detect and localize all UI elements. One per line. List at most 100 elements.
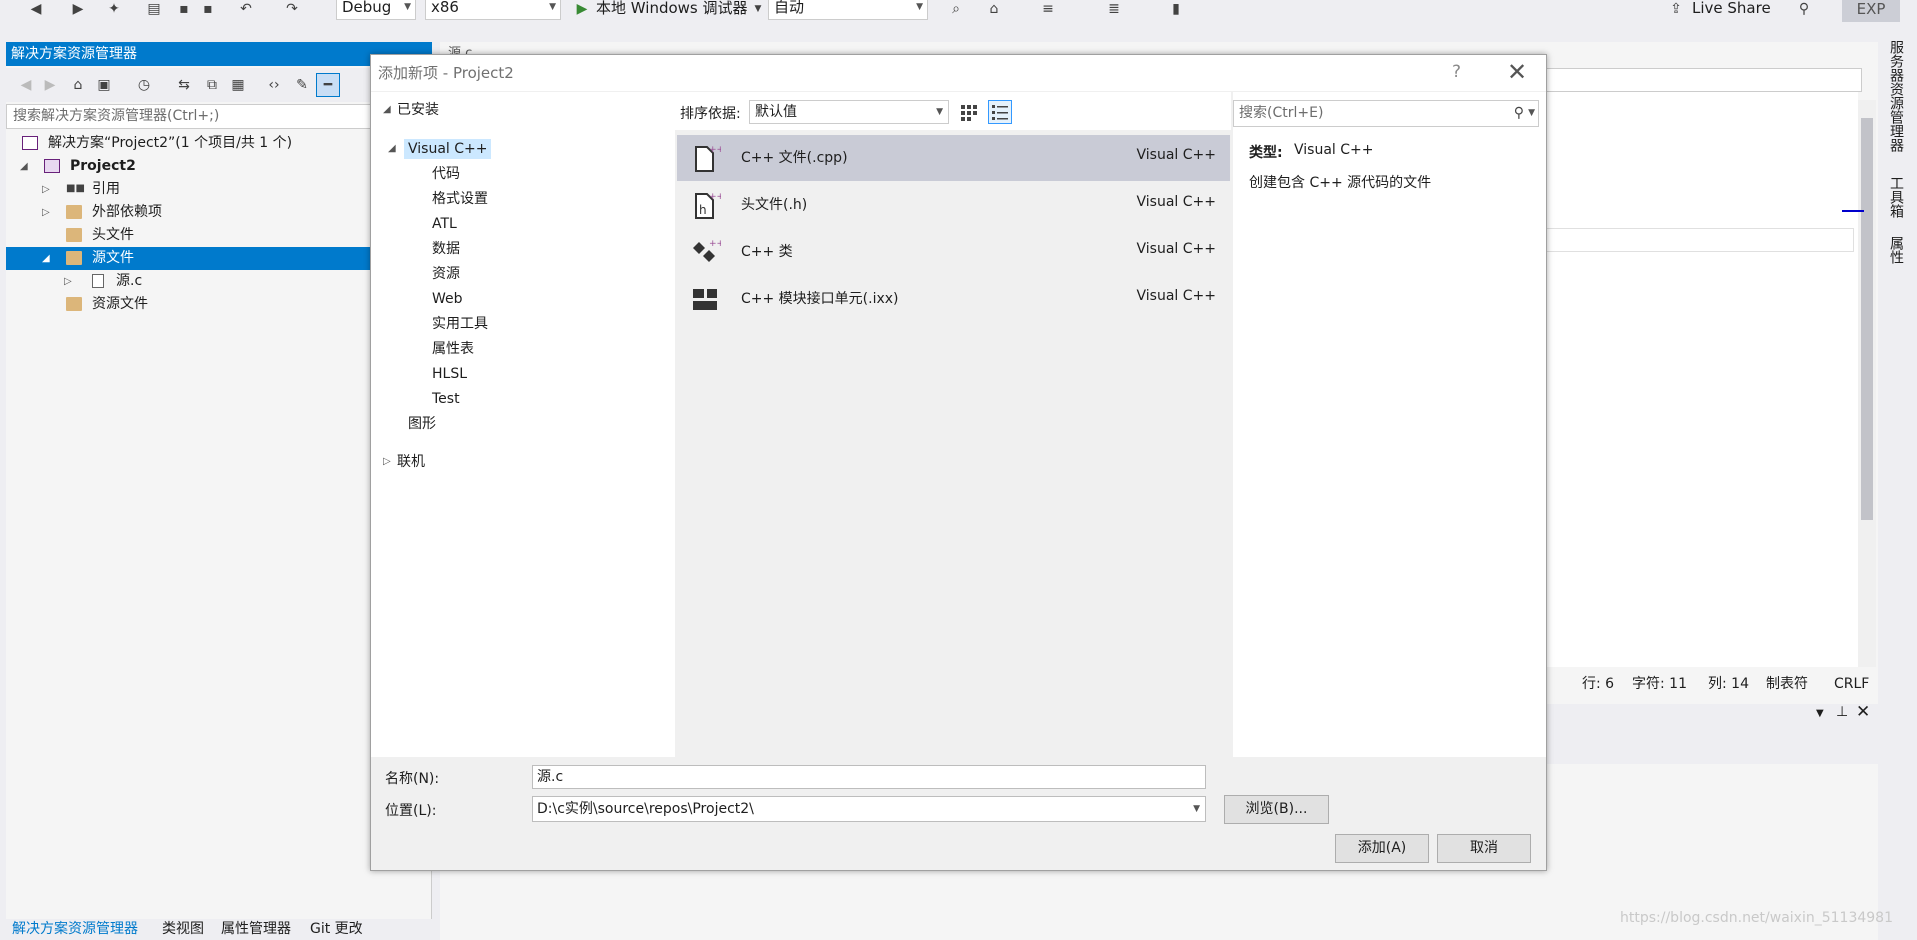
tree-node-online[interactable]: ▷ 联机 xyxy=(383,452,425,472)
list-view-icon[interactable] xyxy=(988,100,1012,124)
cancel-button[interactable]: 取消 xyxy=(1437,834,1531,863)
name-input[interactable]: 源.c xyxy=(532,765,1206,789)
platform-select[interactable]: x86 ▼ xyxy=(425,0,561,20)
forward-icon[interactable]: ▶ xyxy=(70,1,86,17)
pin-icon[interactable]: ⊥ xyxy=(1836,704,1848,720)
template-item-cpp-class[interactable]: ++ C++ 类 Visual C++ xyxy=(677,229,1230,275)
back-icon[interactable]: ◀ xyxy=(18,77,34,93)
tab-solution-explorer[interactable]: 解决方案资源管理器 xyxy=(12,919,138,940)
pin-icon[interactable]: ━ xyxy=(316,73,340,97)
chevron-down-icon[interactable]: ▼ xyxy=(1193,797,1200,821)
tree-node-code[interactable]: 代码 xyxy=(432,164,460,184)
tree-item-sources[interactable]: ◢ 源文件 xyxy=(6,247,432,270)
home-icon[interactable]: ⌂ xyxy=(70,77,86,93)
switch-view-icon[interactable]: ▣ xyxy=(96,77,112,93)
expanded-triangle-icon[interactable]: ◢ xyxy=(42,247,50,270)
tree-item-references[interactable]: ▷ ■■ 引用 xyxy=(6,178,432,201)
tree-node-hlsl[interactable]: HLSL xyxy=(432,364,467,384)
tree-node-test[interactable]: Test xyxy=(432,389,460,409)
tree-node-graphics[interactable]: 图形 xyxy=(408,414,436,434)
sort-select[interactable]: 默认值 ▼ xyxy=(749,100,949,124)
sync-icon[interactable]: ⇆ xyxy=(176,77,192,93)
help-button[interactable]: ? xyxy=(1452,62,1461,82)
tree-item-source-file[interactable]: ▷ 源.c xyxy=(6,270,432,293)
forward-icon[interactable]: ▶ xyxy=(42,77,58,93)
close-icon[interactable]: ✕ xyxy=(1856,702,1870,722)
open-icon[interactable]: ▤ xyxy=(146,1,162,17)
side-tab-toolbox[interactable]: 工具箱 xyxy=(1886,176,1906,218)
tree-item-solution[interactable]: 解决方案“Project2”(1 个项目/共 1 个) xyxy=(6,132,432,155)
save-icon[interactable]: ▪ xyxy=(176,1,192,17)
save-all-icon[interactable]: ▪ xyxy=(200,1,216,17)
chevron-down-icon[interactable]: ▼ xyxy=(1816,708,1824,719)
eol-indicator[interactable]: CRLF xyxy=(1834,672,1869,696)
tab-class-view[interactable]: 类视图 xyxy=(162,919,204,940)
template-item-header-file[interactable]: h ++ 头文件(.h) Visual C++ xyxy=(677,182,1230,228)
editor-scrollbar-thumb[interactable] xyxy=(1861,118,1873,520)
tree-node-formatting[interactable]: 格式设置 xyxy=(432,189,488,209)
watermark-text: https://blog.csdn.net/waixin_51134981 xyxy=(1620,910,1893,926)
tree-node-visual-cpp[interactable]: ◢ Visual C++ xyxy=(388,139,492,159)
play-icon[interactable]: ▶ xyxy=(574,1,590,17)
tab-git-changes[interactable]: Git 更改 xyxy=(310,919,363,940)
tree-item-project[interactable]: ◢ Project2 xyxy=(6,155,432,178)
tree-node-property-sheets[interactable]: 属性表 xyxy=(432,339,474,359)
undo-icon[interactable]: ↶ xyxy=(238,1,254,17)
history-icon[interactable]: ◷ xyxy=(136,77,152,93)
tree-node-atl[interactable]: ATL xyxy=(432,214,457,234)
indent-icon[interactable]: ≡ xyxy=(1040,1,1056,17)
expanded-triangle-icon[interactable]: ◢ xyxy=(388,139,396,159)
side-tab-properties[interactable]: 属性 xyxy=(1886,236,1906,264)
template-item-cpp-file[interactable]: ++ C++ 文件(.cpp) Visual C++ xyxy=(677,135,1230,181)
grid-view-icon[interactable] xyxy=(958,101,980,123)
expanded-triangle-icon[interactable]: ◢ xyxy=(383,100,391,120)
tree-item-external-deps[interactable]: ▷ 外部依赖项 xyxy=(6,201,432,224)
solution-explorer-search-input[interactable]: 搜索解决方案资源管理器(Ctrl+;) xyxy=(6,104,432,129)
back-icon[interactable]: ◀ xyxy=(28,1,44,17)
exp-badge[interactable]: EXP xyxy=(1842,0,1900,22)
chevron-down-icon[interactable]: ▼ xyxy=(1528,101,1535,126)
code-icon[interactable]: ‹› xyxy=(266,77,282,93)
expanded-triangle-icon[interactable]: ◢ xyxy=(20,155,28,178)
browse-button[interactable]: 浏览(B)... xyxy=(1224,795,1329,824)
run-debugger-button[interactable]: 本地 Windows 调试器 xyxy=(596,0,748,18)
bookmark-icon[interactable]: ▮ xyxy=(1168,1,1184,17)
config-select[interactable]: Debug ▼ xyxy=(336,0,416,20)
tab-property-manager[interactable]: 属性管理器 xyxy=(221,919,291,940)
share-icon[interactable]: ⇪ xyxy=(1668,1,1684,17)
comment-icon[interactable]: ≣ xyxy=(1106,1,1122,17)
col-indicator: 列: 14 xyxy=(1708,676,1749,692)
user-icon[interactable]: ⚲ xyxy=(1796,1,1812,17)
template-search-input[interactable]: 搜索(Ctrl+E) ⚲ ▼ xyxy=(1233,100,1539,127)
collapse-all-icon[interactable]: ⧉ xyxy=(204,77,220,93)
collapsed-triangle-icon[interactable]: ▷ xyxy=(42,178,50,201)
redo-icon[interactable]: ↷ xyxy=(284,1,300,17)
tabs-indicator[interactable]: 制表符 xyxy=(1766,672,1808,696)
svg-text:++: ++ xyxy=(709,239,721,249)
template-item-module-interface[interactable]: C++ 模块接口单元(.ixx) Visual C++ xyxy=(677,276,1230,322)
home-icon[interactable]: ⌂ xyxy=(986,1,1002,17)
tree-item-resources[interactable]: 资源文件 xyxy=(6,293,432,316)
collapsed-triangle-icon[interactable]: ▷ xyxy=(64,270,72,293)
tree-node-web[interactable]: Web xyxy=(432,289,463,309)
tree-node-data[interactable]: 数据 xyxy=(432,239,460,259)
wrench-icon[interactable]: ✎ xyxy=(294,77,310,93)
tree-node-resource[interactable]: 资源 xyxy=(432,264,460,284)
tree-node-installed[interactable]: ◢ 已安装 xyxy=(383,100,439,120)
show-all-icon[interactable]: ▦ xyxy=(230,77,246,93)
tree-node-utility[interactable]: 实用工具 xyxy=(432,314,488,334)
add-button[interactable]: 添加(A) xyxy=(1335,834,1429,863)
close-icon[interactable]: ✕ xyxy=(1507,58,1527,86)
search-icon[interactable]: ⚲ xyxy=(1514,101,1524,126)
live-share-button[interactable]: Live Share xyxy=(1692,0,1771,18)
find-icon[interactable]: ⌕ xyxy=(948,1,964,17)
mode-select[interactable]: 自动 ▼ xyxy=(768,0,928,20)
chevron-down-icon[interactable]: ▼ xyxy=(750,1,766,17)
tree-item-headers[interactable]: 头文件 xyxy=(6,224,432,247)
project-icon xyxy=(44,159,60,173)
side-tab-server-explorer[interactable]: 服务器资源管理器 xyxy=(1886,40,1906,152)
new-project-icon[interactable]: ✦ xyxy=(106,1,122,17)
collapsed-triangle-icon[interactable]: ▷ xyxy=(42,201,50,224)
location-input[interactable]: D:\c实例\source\repos\Project2\ ▼ xyxy=(532,796,1206,822)
collapsed-triangle-icon[interactable]: ▷ xyxy=(383,452,391,472)
